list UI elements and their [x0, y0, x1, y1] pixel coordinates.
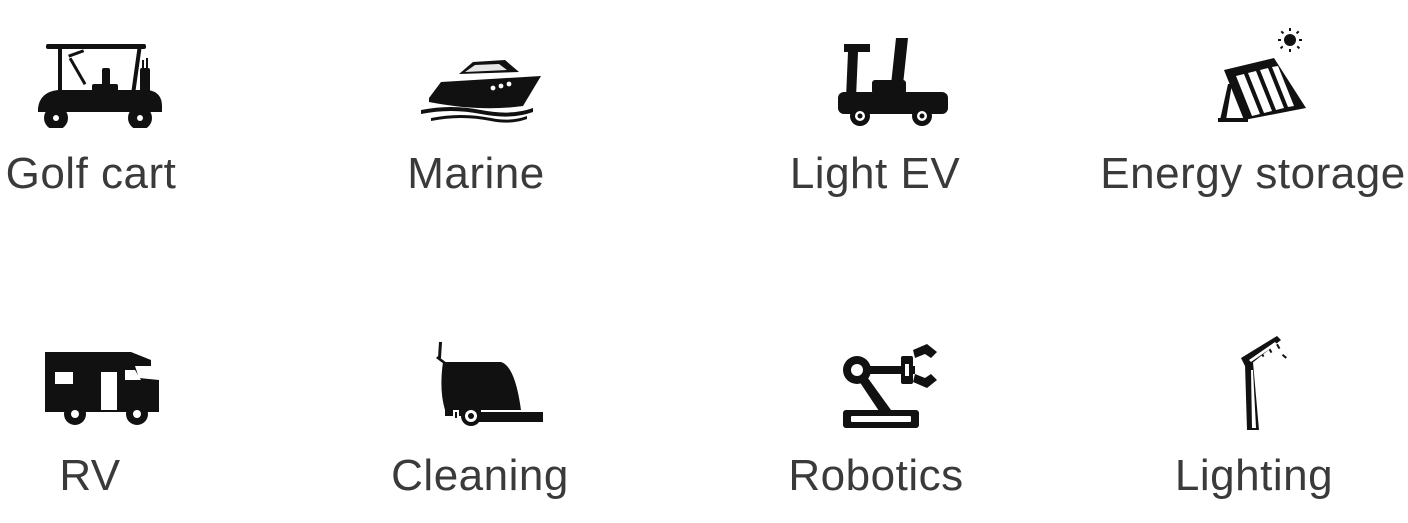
- application-label-robotics: Robotics: [788, 451, 964, 500]
- robotic-arm-icon: [801, 330, 951, 430]
- application-tile-lighting[interactable]: Lighting: [1104, 330, 1404, 500]
- application-label-golf-cart: Golf cart: [5, 149, 177, 198]
- application-label-cleaning: Cleaning: [391, 451, 569, 500]
- golf-cart-icon: [16, 28, 166, 128]
- solar-panel-icon: [1178, 28, 1328, 128]
- floor-scrubber-icon: [405, 330, 555, 430]
- street-light-icon: [1179, 330, 1329, 430]
- application-tile-rv[interactable]: RV: [0, 330, 240, 500]
- application-tile-marine[interactable]: Marine: [326, 28, 626, 198]
- application-label-rv: RV: [59, 451, 121, 500]
- application-tile-cleaning[interactable]: Cleaning: [330, 330, 630, 500]
- rv-camper-icon: [15, 330, 165, 430]
- application-label-light-ev: Light EV: [789, 149, 961, 198]
- application-tile-energy-storage[interactable]: Energy storage: [1100, 28, 1406, 198]
- application-label-energy-storage: Energy storage: [1100, 149, 1406, 198]
- application-label-marine: Marine: [407, 149, 545, 198]
- application-tile-light-ev[interactable]: Light EV: [725, 28, 1025, 198]
- mobility-scooter-icon: [800, 28, 950, 128]
- application-label-lighting: Lighting: [1174, 451, 1334, 500]
- boat-icon: [401, 28, 551, 128]
- application-tile-golf-cart[interactable]: Golf cart: [0, 28, 241, 198]
- applications-grid: Golf cart Marine Light EV Energy storage…: [0, 0, 1408, 523]
- application-tile-robotics[interactable]: Robotics: [726, 330, 1026, 500]
